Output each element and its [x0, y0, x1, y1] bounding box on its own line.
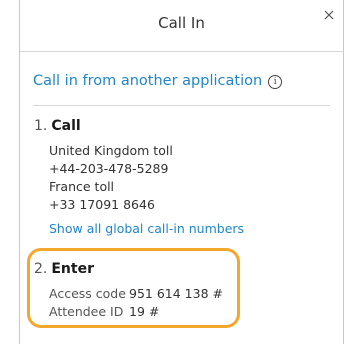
- step-label: Call: [51, 118, 81, 134]
- section-divider: [33, 105, 330, 106]
- call-in-other-app-label[interactable]: Call in from another application: [33, 73, 262, 89]
- attendee-id-row: Attendee ID 19 #: [49, 304, 159, 319]
- phone-number: +44-203-478-5289: [49, 161, 169, 176]
- phone-number: +33 17091 8646: [49, 197, 155, 212]
- title-divider: [20, 51, 343, 52]
- info-icon[interactable]: i: [268, 75, 283, 89]
- close-icon[interactable]: [323, 6, 335, 20]
- country-label: France toll: [49, 179, 115, 194]
- step-call-heading: 1. Call: [34, 118, 81, 134]
- access-code-value: 951 614 138 #: [129, 286, 223, 301]
- call-in-other-app-link[interactable]: Call in from another application i: [33, 73, 283, 89]
- call-in-dialog: Call In Call in from another application…: [19, 0, 344, 344]
- attendee-id-label: Attendee ID: [49, 304, 124, 319]
- country-label: United Kingdom toll: [49, 143, 173, 158]
- access-code-row: Access code 951 614 138 #: [49, 286, 223, 301]
- access-code-label: Access code: [49, 286, 126, 301]
- step-enter-heading: 2. Enter: [34, 261, 94, 277]
- show-all-numbers-link[interactable]: Show all global call-in numbers: [49, 221, 244, 236]
- step-number: 2.: [34, 261, 48, 277]
- dialog-title: Call In: [158, 14, 205, 32]
- step-label: Enter: [51, 261, 94, 277]
- attendee-id-value: 19 #: [129, 304, 160, 319]
- step-number: 1.: [34, 118, 48, 134]
